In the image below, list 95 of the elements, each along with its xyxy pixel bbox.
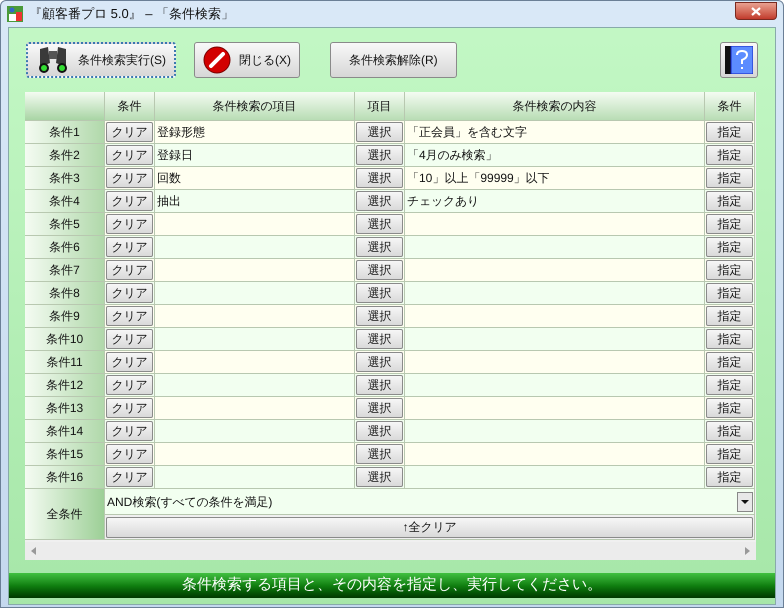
toolbar-button[interactable]: 閉じる(X) [194, 42, 300, 78]
clear-button[interactable]: クリア [106, 214, 153, 234]
scroll-right-icon [745, 547, 750, 555]
select-button[interactable]: 選択 [356, 306, 403, 326]
clear-button[interactable]: クリア [106, 168, 153, 188]
clear-button[interactable]: クリア [106, 260, 153, 280]
select-button[interactable]: 選択 [356, 260, 403, 280]
row-header: 条件4 [25, 190, 105, 213]
select-button[interactable]: 選択 [356, 214, 403, 234]
specify-button[interactable]: 指定 [706, 237, 753, 257]
column-header: 条件検索の項目 [155, 92, 355, 121]
no-entry-icon [203, 46, 231, 74]
row-header: 条件2 [25, 144, 105, 167]
select-button[interactable]: 選択 [356, 398, 403, 418]
toolbar-button[interactable]: 条件検索実行(S) [26, 42, 176, 78]
table-cell: 登録形態 [155, 121, 355, 144]
specify-button[interactable]: 指定 [706, 260, 753, 280]
clear-button[interactable]: クリア [106, 306, 153, 326]
search-mode-dropdown[interactable]: AND検索(すべての条件を満足) [105, 489, 754, 515]
table-cell: チェックあり [405, 190, 705, 213]
specify-button[interactable]: 指定 [706, 421, 753, 441]
row-header: 条件7 [25, 259, 105, 282]
select-button[interactable]: 選択 [356, 122, 403, 142]
row-header: 条件12 [25, 374, 105, 397]
table-cell: 「正会員」を含む文字 [405, 121, 705, 144]
clear-button[interactable]: クリア [106, 122, 153, 142]
select-button[interactable]: 選択 [356, 237, 403, 257]
select-button[interactable]: 選択 [356, 168, 403, 188]
specify-button[interactable]: 指定 [706, 145, 753, 165]
row-header: 条件8 [25, 282, 105, 305]
help-book-icon [725, 46, 753, 74]
close-button[interactable] [735, 2, 777, 20]
table-cell: 回数 [155, 167, 355, 190]
select-button[interactable]: 選択 [356, 444, 403, 464]
select-button[interactable]: 選択 [356, 421, 403, 441]
scroll-left-icon [31, 547, 36, 555]
specify-button[interactable]: 指定 [706, 283, 753, 303]
clear-button[interactable]: クリア [106, 283, 153, 303]
clear-button[interactable]: クリア [106, 375, 153, 395]
clear-button[interactable]: クリア [106, 444, 153, 464]
row-header: 条件5 [25, 213, 105, 236]
toolbar-button[interactable]: 条件検索解除(R) [330, 42, 457, 78]
select-button[interactable]: 選択 [356, 467, 403, 487]
clear-button[interactable]: クリア [106, 352, 153, 372]
help-button[interactable] [720, 42, 758, 78]
status-bar: 条件検索する項目と、その内容を指定し、実行してください。 [9, 573, 775, 598]
column-header: 条件 [705, 92, 755, 121]
clear-button[interactable]: クリア [106, 145, 153, 165]
specify-button[interactable]: 指定 [706, 352, 753, 372]
table-cell: 「4月のみ検索」 [405, 144, 705, 167]
select-button[interactable]: 選択 [356, 352, 403, 372]
row-header: 条件3 [25, 167, 105, 190]
table-cell: 抽出 [155, 190, 355, 213]
specify-button[interactable]: 指定 [706, 444, 753, 464]
select-button[interactable]: 選択 [356, 283, 403, 303]
specify-button[interactable]: 指定 [706, 191, 753, 211]
row-header: 条件6 [25, 236, 105, 259]
table-cell: 登録日 [155, 144, 355, 167]
specify-button[interactable]: 指定 [706, 168, 753, 188]
clear-button[interactable]: クリア [106, 467, 153, 487]
column-header: 項目 [355, 92, 405, 121]
clear-all-button[interactable]: ↑全クリア [106, 516, 753, 538]
specify-button[interactable]: 指定 [706, 214, 753, 234]
close-icon [751, 6, 761, 16]
row-header: 条件15 [25, 443, 105, 466]
row-header: 条件16 [25, 466, 105, 489]
select-button[interactable]: 選択 [356, 329, 403, 349]
clear-button[interactable]: クリア [106, 237, 153, 257]
row-header: 条件9 [25, 305, 105, 328]
column-header: 条件 [105, 92, 155, 121]
table-cell: 「10」以上「99999」以下 [405, 167, 705, 190]
column-header: 条件検索の内容 [405, 92, 705, 121]
specify-button[interactable]: 指定 [706, 375, 753, 395]
row-header: 条件13 [25, 397, 105, 420]
specify-button[interactable]: 指定 [706, 329, 753, 349]
specify-button[interactable]: 指定 [706, 467, 753, 487]
select-button[interactable]: 選択 [356, 191, 403, 211]
app-icon [7, 6, 23, 22]
clear-button[interactable]: クリア [106, 421, 153, 441]
horizontal-scrollbar[interactable] [25, 542, 756, 560]
select-button[interactable]: 選択 [356, 375, 403, 395]
clear-button[interactable]: クリア [106, 191, 153, 211]
clear-button[interactable]: クリア [106, 398, 153, 418]
row-header: 条件1 [25, 121, 105, 144]
row-header: 全条件 [25, 489, 105, 540]
specify-button[interactable]: 指定 [706, 306, 753, 326]
row-header: 条件14 [25, 420, 105, 443]
specify-button[interactable]: 指定 [706, 398, 753, 418]
binoculars-icon [36, 45, 70, 75]
specify-button[interactable]: 指定 [706, 122, 753, 142]
clear-button[interactable]: クリア [106, 329, 153, 349]
window-title: 『顧客番プロ 5.0』 – 「条件検索」 [29, 5, 234, 24]
select-button[interactable]: 選択 [356, 145, 403, 165]
row-header: 条件10 [25, 328, 105, 351]
row-header: 条件11 [25, 351, 105, 374]
